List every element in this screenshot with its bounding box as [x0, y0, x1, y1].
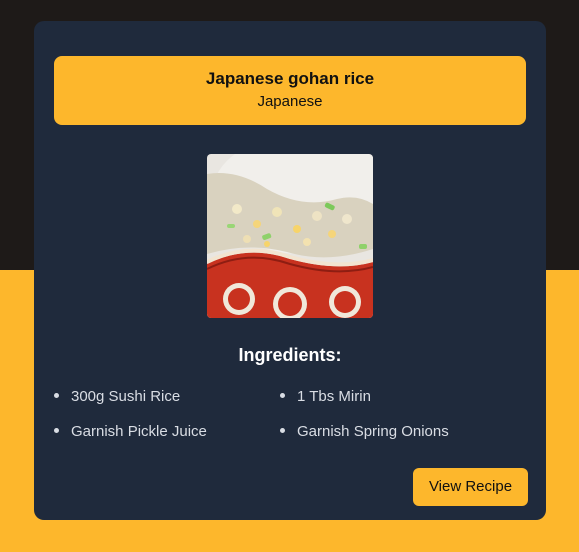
ingredient-item: 1 Tbs Mirin: [280, 387, 371, 407]
recipe-card: Japanese gohan rice Japanese Ingredients…: [34, 21, 546, 520]
recipe-image: [207, 154, 373, 318]
ingredient-item: Garnish Spring Onions: [280, 422, 449, 442]
ingredient-label: 300g Sushi Rice: [71, 388, 181, 405]
ingredient-item: 300g Sushi Rice: [54, 387, 180, 407]
ingredient-label: Garnish Spring Onions: [297, 423, 449, 440]
ingredient-label: Garnish Pickle Juice: [71, 423, 207, 440]
view-recipe-button[interactable]: View Recipe: [413, 468, 528, 506]
bullet-icon: [54, 427, 59, 433]
recipe-cuisine: Japanese: [257, 93, 323, 110]
recipe-header: Japanese gohan rice Japanese: [54, 56, 526, 125]
ingredient-item: Garnish Pickle Juice: [54, 422, 207, 442]
recipe-title: Japanese gohan rice: [205, 69, 375, 88]
ingredients-heading: Ingredients:: [238, 345, 342, 365]
bullet-icon: [280, 392, 285, 398]
bullet-icon: [54, 392, 59, 398]
bullet-icon: [280, 427, 285, 433]
ingredient-label: 1 Tbs Mirin: [297, 388, 371, 405]
